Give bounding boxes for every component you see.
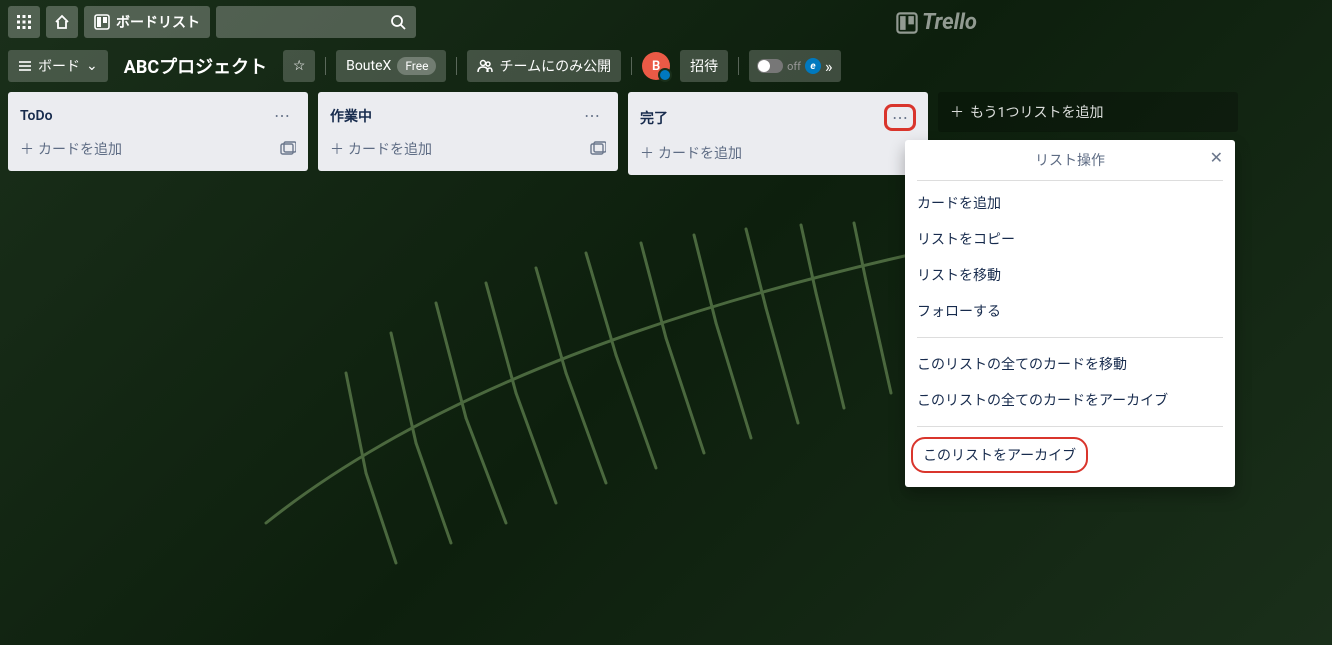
search-icon (390, 14, 406, 30)
list-in-progress: 作業中 ⋯ ＋ カードを追加 (318, 92, 618, 171)
apps-icon (16, 14, 32, 30)
plus-icon: ＋ (20, 139, 34, 159)
ellipsis-icon: ⋯ (892, 108, 908, 127)
star-button[interactable]: ☆ (283, 50, 315, 82)
popover-item-follow[interactable]: フォローする (917, 293, 1223, 329)
list-title[interactable]: 完了 (640, 108, 668, 128)
board-title[interactable]: ABCプロジェクト (118, 53, 273, 79)
popover-item-archive-all-cards[interactable]: このリストの全てのカードをアーカイブ (917, 382, 1223, 418)
template-icon (590, 141, 606, 157)
invite-button[interactable]: 招待 (680, 50, 728, 82)
list-done: 完了 ⋯ ＋ カードを追加 (628, 92, 928, 175)
popover-item-move-list[interactable]: リストを移動 (917, 257, 1223, 293)
member-avatar[interactable]: B (642, 52, 670, 80)
divider (631, 57, 632, 75)
popover-title: リスト操作 (1035, 153, 1105, 169)
plus-icon: ＋ (950, 102, 964, 122)
list-actions-popover: リスト操作 ✕ カードを追加 リストをコピー リストを移動 フォローする このリ… (905, 140, 1235, 487)
bars-icon (18, 59, 32, 73)
apps-button[interactable] (8, 6, 40, 38)
close-icon: ✕ (1210, 148, 1223, 167)
add-card-button[interactable]: ＋ カードを追加 (640, 143, 742, 163)
list-title[interactable]: ToDo (20, 108, 53, 124)
switch-icon (757, 59, 783, 73)
toggle-label: off (787, 60, 801, 73)
butler-toggle[interactable]: off e » (749, 50, 840, 82)
add-card-button[interactable]: ＋ カードを追加 (20, 139, 122, 159)
divider (456, 57, 457, 75)
star-icon: ☆ (293, 58, 306, 74)
people-icon (477, 58, 493, 74)
list-title[interactable]: 作業中 (330, 106, 372, 126)
popover-item-add-card[interactable]: カードを追加 (917, 185, 1223, 221)
list-menu-button[interactable]: ⋯ (268, 104, 296, 127)
add-list-button[interactable]: ＋ もう1つリストを追加 (938, 92, 1238, 132)
add-card-label: カードを追加 (658, 143, 742, 163)
divider (738, 57, 739, 75)
popover-close-button[interactable]: ✕ (1210, 148, 1223, 167)
team-button[interactable]: BouteX Free (336, 50, 446, 82)
template-icon (280, 141, 296, 157)
plus-icon: ＋ (640, 143, 654, 163)
plan-badge: Free (397, 57, 436, 75)
app-logo: Trello (896, 10, 977, 35)
add-card-label: カードを追加 (38, 139, 122, 159)
chevron-down-icon: ⌄ (86, 58, 98, 74)
add-card-button[interactable]: ＋ カードを追加 (330, 139, 432, 159)
visibility-button[interactable]: チームにのみ公開 (467, 50, 621, 82)
boards-button-label: ボードリスト (116, 12, 200, 32)
popover-item-copy-list[interactable]: リストをコピー (917, 221, 1223, 257)
card-template-button[interactable] (280, 141, 296, 157)
add-card-label: カードを追加 (348, 139, 432, 159)
board-switcher[interactable]: ボード ⌄ (8, 50, 108, 82)
ellipsis-icon: ⋯ (584, 106, 600, 125)
board-switcher-label: ボード (38, 56, 80, 76)
list-menu-button[interactable]: ⋯ (578, 104, 606, 127)
plus-icon: ＋ (330, 139, 344, 159)
team-name: BouteX (346, 58, 391, 74)
divider (325, 57, 326, 75)
ellipsis-icon: ⋯ (274, 106, 290, 125)
boards-button[interactable]: ボードリスト (84, 6, 210, 38)
search-input[interactable] (216, 6, 416, 38)
butler-icon: e (805, 58, 821, 74)
list-menu-button[interactable]: ⋯ (884, 104, 916, 131)
home-button[interactable] (46, 6, 78, 38)
add-list-label: もう1つリストを追加 (970, 102, 1103, 122)
card-template-button[interactable] (590, 141, 606, 157)
chevrons-right-icon: » (825, 57, 833, 76)
board-icon (94, 14, 110, 30)
popover-item-archive-list[interactable]: このリストをアーカイブ (911, 437, 1088, 473)
list-todo: ToDo ⋯ ＋ カードを追加 (8, 92, 308, 171)
invite-label: 招待 (690, 56, 718, 76)
visibility-label: チームにのみ公開 (499, 56, 611, 76)
top-navigation: ボードリスト Trello (0, 0, 1332, 44)
home-icon (54, 14, 70, 30)
popover-item-move-all-cards[interactable]: このリストの全てのカードを移動 (917, 346, 1223, 382)
board-header: ボード ⌄ ABCプロジェクト ☆ BouteX Free チームにのみ公開 B… (0, 44, 1332, 88)
